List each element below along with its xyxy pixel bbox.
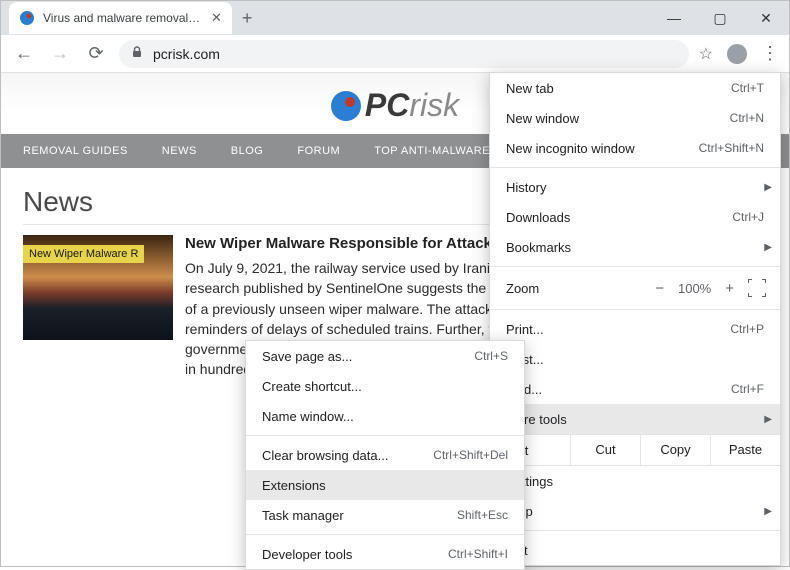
menu-history[interactable]: History▶ <box>490 172 780 202</box>
nav-blog[interactable]: BLOG <box>231 145 264 157</box>
menu-kebab-icon[interactable]: ⋮ <box>761 43 779 64</box>
nav-removal-guides[interactable]: REMOVAL GUIDES <box>23 145 128 157</box>
logo-icon <box>331 91 361 121</box>
forward-button[interactable]: → <box>47 41 73 67</box>
zoom-label: Zoom <box>490 281 655 296</box>
article-thumbnail[interactable]: New Wiper Malware R <box>23 235 173 340</box>
edit-paste-button[interactable]: Paste <box>710 434 780 466</box>
titlebar: Virus and malware removal instru ✕ + — ▢… <box>1 1 789 35</box>
chevron-right-icon: ▶ <box>764 182 772 193</box>
menu-new-tab[interactable]: New tabCtrl+T <box>490 73 780 103</box>
browser-tab[interactable]: Virus and malware removal instru ✕ <box>9 2 232 34</box>
menu-exit[interactable]: Exit <box>490 535 780 565</box>
reload-button[interactable]: ⟳ <box>83 41 109 67</box>
fullscreen-icon[interactable] <box>748 279 766 297</box>
profile-avatar-icon[interactable] <box>727 44 747 64</box>
menu-edit-row: Edit Cut Copy Paste <box>490 434 780 466</box>
menu-settings[interactable]: Settings <box>490 466 780 496</box>
submenu-name-window[interactable]: Name window... <box>246 401 524 431</box>
menu-print[interactable]: Print...Ctrl+P <box>490 314 780 344</box>
zoom-out-button[interactable]: − <box>655 280 664 297</box>
chevron-right-icon: ▶ <box>764 506 772 517</box>
submenu-extensions[interactable]: Extensions <box>246 470 524 500</box>
tab-close-icon[interactable]: ✕ <box>211 10 222 26</box>
back-button[interactable]: ← <box>11 41 37 67</box>
submenu-save-page[interactable]: Save page as...Ctrl+S <box>246 341 524 371</box>
nav-top-antimalware[interactable]: TOP ANTI-MALWARE <box>374 145 490 157</box>
menu-cast[interactable]: Cast... <box>490 344 780 374</box>
lock-icon <box>131 46 143 61</box>
menu-new-incognito[interactable]: New incognito windowCtrl+Shift+N <box>490 133 780 163</box>
edit-copy-button[interactable]: Copy <box>640 434 710 466</box>
minimize-button[interactable]: — <box>651 1 697 35</box>
thumbnail-caption: New Wiper Malware R <box>23 245 144 263</box>
menu-help[interactable]: Help▶ <box>490 496 780 526</box>
maximize-button[interactable]: ▢ <box>697 1 743 35</box>
chrome-main-menu: New tabCtrl+T New windowCtrl+N New incog… <box>489 72 781 566</box>
submenu-task-manager[interactable]: Task managerShift+Esc <box>246 500 524 530</box>
zoom-value: 100% <box>678 281 711 296</box>
address-bar: ← → ⟳ pcrisk.com ☆ ⋮ <box>1 35 789 73</box>
menu-find[interactable]: Find...Ctrl+F <box>490 374 780 404</box>
bookmark-star-icon[interactable]: ☆ <box>699 44 713 64</box>
menu-more-tools[interactable]: More tools▶ <box>490 404 780 434</box>
tab-title: Virus and malware removal instru <box>43 11 203 25</box>
logo-text-risk: risk <box>409 87 459 123</box>
submenu-create-shortcut[interactable]: Create shortcut... <box>246 371 524 401</box>
edit-cut-button[interactable]: Cut <box>570 434 640 466</box>
more-tools-submenu: Save page as...Ctrl+S Create shortcut...… <box>245 340 525 570</box>
menu-downloads[interactable]: DownloadsCtrl+J <box>490 202 780 232</box>
chevron-right-icon: ▶ <box>764 242 772 253</box>
nav-forum[interactable]: FORUM <box>297 145 340 157</box>
menu-new-window[interactable]: New windowCtrl+N <box>490 103 780 133</box>
menu-bookmarks[interactable]: Bookmarks▶ <box>490 232 780 262</box>
logo-text-pc: PC <box>365 87 409 123</box>
omnibox[interactable]: pcrisk.com <box>119 40 689 68</box>
new-tab-button[interactable]: + <box>242 8 253 29</box>
close-window-button[interactable]: ✕ <box>743 1 789 35</box>
menu-zoom: Zoom − 100% + <box>490 271 780 305</box>
zoom-in-button[interactable]: + <box>725 280 734 297</box>
url-text: pcrisk.com <box>153 46 220 62</box>
submenu-developer-tools[interactable]: Developer toolsCtrl+Shift+I <box>246 539 524 569</box>
submenu-clear-browsing-data[interactable]: Clear browsing data...Ctrl+Shift+Del <box>246 440 524 470</box>
chevron-right-icon: ▶ <box>764 414 772 425</box>
nav-news[interactable]: NEWS <box>162 145 197 157</box>
favicon-icon <box>19 10 35 26</box>
